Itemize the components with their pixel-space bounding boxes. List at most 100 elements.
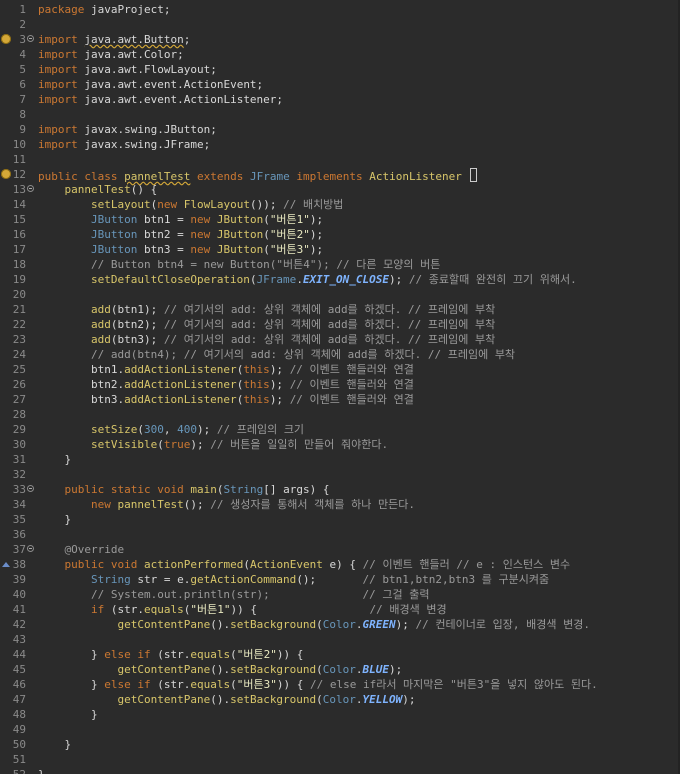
code-line[interactable]: import javax.swing.JButton; <box>36 122 678 137</box>
code-line[interactable]: add(btn2); // 여기서의 add: 상위 객체에 add를 하겠다.… <box>36 317 678 332</box>
code-line[interactable]: getContentPane().setBackground(Color.YEL… <box>36 692 678 707</box>
code-token: new <box>157 198 178 211</box>
code-line[interactable] <box>36 722 678 737</box>
warning-lightbulb-icon[interactable] <box>1 169 11 179</box>
code-line[interactable]: import javax.swing.JFrame; <box>36 137 678 152</box>
code-token: } <box>38 513 72 526</box>
code-line[interactable]: import java.awt.event.ActionListener; <box>36 92 678 107</box>
code-line[interactable]: JButton btn1 = new JButton("버튼1"); <box>36 212 678 227</box>
code-token: if <box>137 678 151 691</box>
code-line[interactable]: } else if (str.equals("버튼3")) { // else … <box>36 677 678 692</box>
code-line[interactable] <box>36 407 678 422</box>
code-line[interactable]: getContentPane().setBackground(Color.GRE… <box>36 617 678 632</box>
code-line-text: getContentPane().setBackground(Color.BLU… <box>38 663 402 676</box>
code-line-text: add(btn2); // 여기서의 add: 상위 객체에 add를 하겠다.… <box>38 318 495 331</box>
code-line[interactable]: } <box>36 512 678 527</box>
code-area[interactable]: package javaProject; import java.awt.Butt… <box>36 0 678 774</box>
code-token: // 배치방법 <box>283 198 344 211</box>
code-line[interactable]: public static void main(String[] args) { <box>36 482 678 497</box>
code-token: java.awt.FlowLayout; <box>77 63 217 76</box>
gutter-cell: 25 <box>0 362 36 377</box>
code-line[interactable]: } <box>36 737 678 752</box>
code-line-text: import java.awt.Color; <box>38 48 184 61</box>
code-line[interactable]: add(btn1); // 여기서의 add: 상위 객체에 add를 하겠다.… <box>36 302 678 317</box>
code-token: import <box>38 63 78 76</box>
code-line[interactable]: public void actionPerformed(ActionEvent … <box>36 557 678 572</box>
code-line[interactable]: pannelTest() { <box>36 182 678 197</box>
warning-lightbulb-icon[interactable] <box>1 34 11 44</box>
code-line[interactable]: String str = e.getActionCommand(); // bt… <box>36 572 678 587</box>
code-line[interactable]: import java.awt.event.ActionEvent; <box>36 77 678 92</box>
fold-toggle-icon[interactable] <box>27 185 34 192</box>
gutter-cell: 45 <box>0 662 36 677</box>
code-token: this <box>243 363 270 376</box>
code-line[interactable] <box>36 632 678 647</box>
bracket-match-caret <box>469 168 477 182</box>
code-line[interactable]: getContentPane().setBackground(Color.BLU… <box>36 662 678 677</box>
fold-toggle-icon[interactable] <box>27 545 34 552</box>
code-token: (). <box>210 663 231 676</box>
code-line[interactable]: if (str.equals("버튼1")) { // 배경색 변경 <box>36 602 678 617</box>
gutter-cell: 4 <box>0 47 36 62</box>
fold-toggle-icon[interactable] <box>27 485 34 492</box>
code-token: "버튼2" <box>236 648 277 661</box>
code-line[interactable]: setLayout(new FlowLayout()); // 배치방법 <box>36 197 678 212</box>
code-editor[interactable]: 1 2 3 4 5 6 7 8 9 10 11 12 13 14 15 16 17 18 19 20 21 22 23 24 2… <box>0 0 680 774</box>
code-line[interactable] <box>36 467 678 482</box>
code-line[interactable]: package javaProject; <box>36 2 678 17</box>
code-token: (btn3); <box>110 333 164 346</box>
code-line[interactable]: add(btn3); // 여기서의 add: 상위 객체에 add를 하겠다.… <box>36 332 678 347</box>
code-token: new <box>190 213 211 226</box>
code-line[interactable] <box>36 527 678 542</box>
code-line[interactable]: new pannelTest(); // 생성자를 통해서 객체를 하나 만든다… <box>36 497 678 512</box>
code-line[interactable]: JButton btn2 = new JButton("버튼2"); <box>36 227 678 242</box>
code-line[interactable]: } <box>36 707 678 722</box>
code-line[interactable]: import java.awt.Button; <box>36 32 678 47</box>
code-line[interactable] <box>36 17 678 32</box>
fold-toggle-icon[interactable] <box>27 35 34 42</box>
code-token: new <box>90 498 111 511</box>
code-line[interactable] <box>36 287 678 302</box>
code-line-text: public class pannelTest extends JFrame i… <box>38 168 477 183</box>
code-token: btn3 = <box>137 243 191 256</box>
gutter-cell: 29 <box>0 422 36 437</box>
code-line[interactable]: } <box>36 767 678 774</box>
code-line[interactable]: // System.out.println(str); // 그걸 출력 <box>36 587 678 602</box>
code-token: // 배경색 변경 <box>369 603 447 616</box>
code-token: getContentPane <box>117 663 211 676</box>
code-line-text: } <box>38 453 71 466</box>
line-number: 50 <box>12 738 26 751</box>
code-line[interactable]: setSize(300, 400); // 프레임의 크기 <box>36 422 678 437</box>
code-line[interactable]: setVisible(true); // 버튼을 일일히 만들어 줘야한다. <box>36 437 678 452</box>
code-line[interactable]: btn2.addActionListener(this); // 이벤트 핸들러… <box>36 377 678 392</box>
code-line[interactable]: } <box>36 452 678 467</box>
code-line[interactable]: import java.awt.Color; <box>36 47 678 62</box>
code-line[interactable]: setDefaultCloseOperation(JFrame.EXIT_ON_… <box>36 272 678 287</box>
code-token: package <box>38 3 85 16</box>
code-line[interactable]: } else if (str.equals("버튼2")) { <box>36 647 678 662</box>
code-line[interactable]: JButton btn3 = new JButton("버튼3"); <box>36 242 678 257</box>
gutter-cell: 50 <box>0 737 36 752</box>
code-line[interactable] <box>36 107 678 122</box>
code-line[interactable] <box>36 752 678 767</box>
code-line[interactable]: btn3.addActionListener(this); // 이벤트 핸들러… <box>36 392 678 407</box>
code-token: // else if라서 마지막은 "버튼3"을 넣지 않아도 된다. <box>309 678 598 691</box>
code-token: (). <box>210 693 231 706</box>
code-line[interactable]: // Button btn4 = new Button("버튼4"); // 다… <box>36 257 678 272</box>
code-line[interactable]: btn1.addActionListener(this); // 이벤트 핸들러… <box>36 362 678 377</box>
gutter-cell: 6 <box>0 77 36 92</box>
gutter-cell: 24 <box>0 347 36 362</box>
code-token: Color <box>322 618 356 631</box>
code-token: setLayout <box>90 198 151 211</box>
code-line[interactable]: import java.awt.FlowLayout; <box>36 62 678 77</box>
code-token: new <box>190 228 211 241</box>
code-line[interactable] <box>36 152 678 167</box>
code-line[interactable]: public class pannelTest extends JFrame i… <box>36 167 678 183</box>
code-line[interactable]: @Override <box>36 542 678 557</box>
code-token: import <box>38 123 78 136</box>
code-token: java.awt.event.ActionEvent; <box>77 78 264 91</box>
code-line[interactable]: // add(btn4); // 여기서의 add: 상위 객체에 add를 하… <box>36 347 678 362</box>
